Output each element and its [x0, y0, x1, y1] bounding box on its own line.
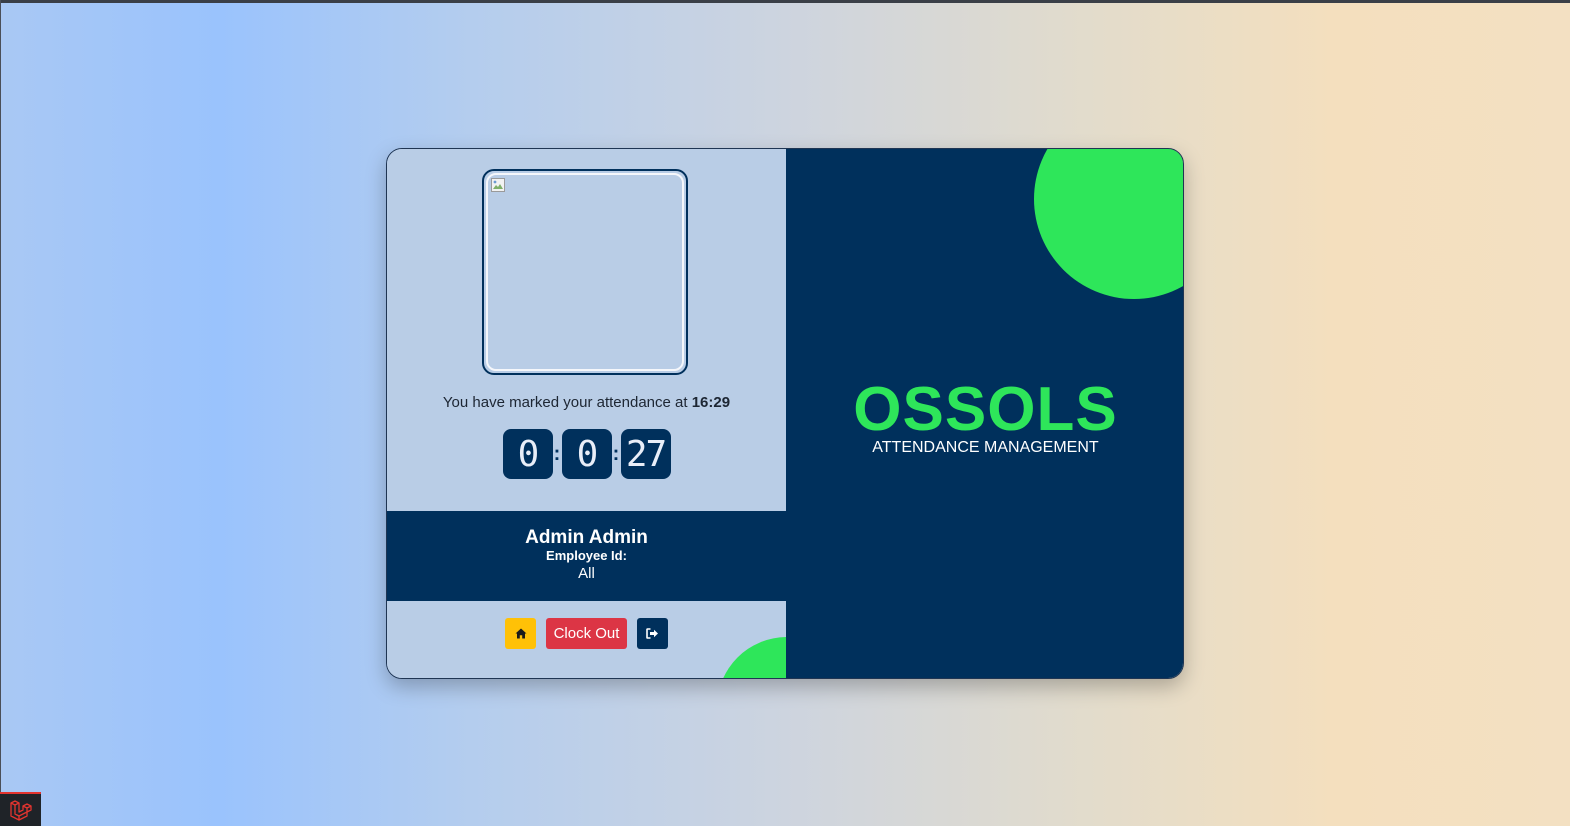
profile-photo [486, 173, 684, 371]
employee-id-value: All [578, 565, 595, 582]
laravel-debug-badge[interactable] [0, 792, 41, 826]
timer-minutes: 0 [561, 429, 612, 479]
attendance-message: You have marked your attendance at 16:29 [387, 394, 786, 411]
browser-top-border [0, 0, 1570, 3]
timer-seconds: 27 [620, 429, 671, 479]
employee-id-label: Employee Id: [546, 548, 627, 563]
timer-separator: : [612, 442, 620, 465]
home-button[interactable] [505, 617, 536, 649]
timer-hours: 0 [502, 429, 553, 479]
user-panel: You have marked your attendance at 16:29… [387, 149, 786, 678]
brand-panel: OSSOLS ATTENDANCE MANAGEMENT [786, 149, 1183, 678]
timer-separator: : [553, 442, 561, 465]
attendance-card: You have marked your attendance at 16:29… [386, 148, 1184, 679]
elapsed-timer: 0 : 0 : 27 [387, 429, 786, 479]
decorative-circle [1034, 149, 1183, 299]
broken-image-icon [491, 178, 505, 192]
brand-tagline: ATTENDANCE MANAGEMENT [872, 439, 1099, 456]
home-icon [515, 628, 526, 638]
profile-photo-frame [482, 169, 688, 375]
sign-out-icon [646, 627, 658, 639]
action-buttons: Clock Out [387, 617, 786, 649]
user-name: Admin Admin [525, 527, 648, 548]
logout-button[interactable] [637, 617, 668, 649]
attendance-message-text: You have marked your attendance at [442, 394, 688, 411]
attendance-time: 16:29 [691, 394, 731, 411]
laravel-icon [9, 800, 32, 821]
user-info-band: Admin Admin Employee Id: All [387, 511, 786, 601]
window-left-border [0, 0, 1, 826]
brand-name: OSSOLS [853, 375, 1118, 444]
clock-out-button[interactable]: Clock Out [546, 617, 627, 649]
